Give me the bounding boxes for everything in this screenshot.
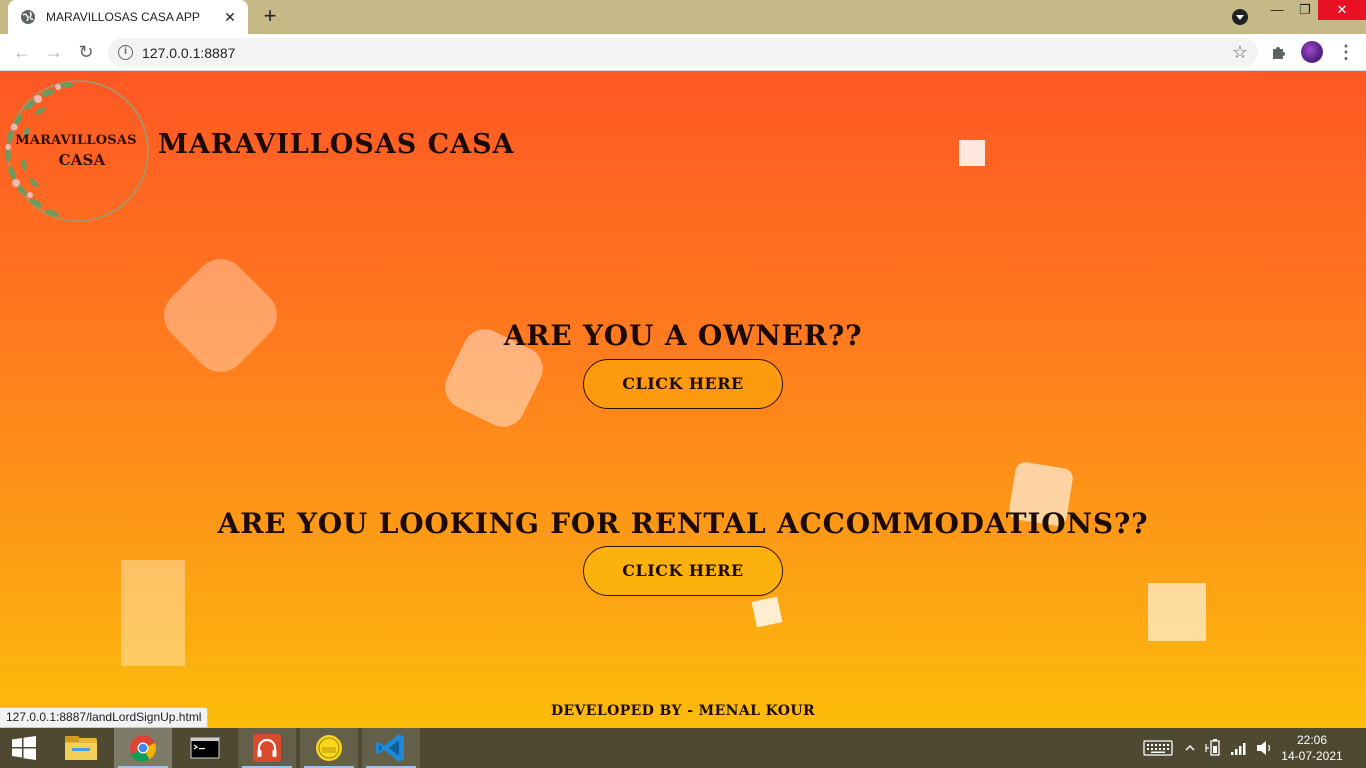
browser-tab[interactable]: MARAVILLOSAS CASA APP ✕ [8, 0, 248, 34]
tab-title: MARAVILLOSAS CASA APP [46, 10, 200, 24]
taskbar-file-explorer[interactable] [52, 728, 110, 768]
system-clock[interactable]: 22:06 14-07-2021 [1280, 732, 1344, 764]
taskbar-sticker-app[interactable] [300, 728, 358, 768]
address-url: 127.0.0.1:8887 [142, 45, 236, 61]
floral-wreath-icon [5, 80, 149, 222]
profile-avatar[interactable] [1301, 41, 1323, 63]
deco-square [751, 596, 783, 628]
globe-icon [21, 10, 35, 24]
touch-keyboard-icon[interactable] [1142, 728, 1174, 768]
folder-icon [65, 736, 97, 760]
sticker-icon [316, 735, 342, 761]
window-close-button[interactable]: ✕ [1318, 0, 1366, 20]
deco-square [121, 560, 185, 666]
browser-menu-icon[interactable]: ⋮ [1336, 42, 1356, 62]
browser-tabstrip: MARAVILLOSAS CASA APP ✕ + — ❐ ✕ [0, 0, 1366, 34]
windows-taskbar: 22:06 14-07-2021 [0, 728, 1366, 768]
back-button[interactable]: ← [10, 40, 34, 64]
new-tab-button[interactable]: + [258, 5, 282, 29]
show-hidden-icons-chevron-icon[interactable] [1183, 728, 1197, 768]
tab-search-icon[interactable] [1232, 9, 1248, 25]
clock-time: 22:06 [1296, 733, 1328, 747]
tab-close-icon[interactable]: ✕ [222, 9, 238, 25]
owner-question: ARE YOU A OWNER?? [503, 319, 863, 352]
site-info-icon[interactable]: i [118, 45, 133, 60]
extensions-puzzle-icon[interactable] [1270, 43, 1288, 61]
terminal-icon [190, 737, 220, 759]
rental-click-here-button[interactable]: CLICK HERE [583, 546, 783, 596]
status-bar-link: 127.0.0.1:8887/landLordSignUp.html [0, 707, 209, 728]
network-signal-icon[interactable] [1228, 728, 1250, 768]
taskbar-headphones-app[interactable] [238, 728, 296, 768]
owner-click-here-button[interactable]: CLICK HERE [583, 359, 783, 409]
site-title: MARAVILLOSAS CASA [158, 129, 515, 160]
clock-date: 14-07-2021 [1281, 749, 1343, 763]
deco-square [959, 140, 985, 166]
vscode-icon [376, 734, 404, 762]
deco-square [1148, 583, 1206, 641]
reload-button[interactable]: ↻ [74, 40, 98, 64]
taskbar-vscode[interactable] [362, 728, 420, 768]
taskbar-command-prompt[interactable] [176, 728, 234, 768]
address-bar[interactable]: i 127.0.0.1:8887 ☆ [108, 38, 1258, 67]
battery-icon[interactable] [1204, 728, 1224, 768]
logo-text-line2: CASA [58, 151, 106, 169]
bookmark-star-icon[interactable]: ☆ [1232, 42, 1248, 63]
forward-button[interactable]: → [42, 40, 66, 64]
deco-square [153, 248, 288, 383]
page-content: MARAVILLOSAS CASA MARAVILLOSAS CASA ARE … [0, 71, 1366, 728]
taskbar-chrome[interactable] [114, 728, 172, 768]
browser-toolbar: ← → ↻ i 127.0.0.1:8887 ☆ [0, 34, 1366, 71]
windows-start-icon[interactable] [10, 736, 38, 760]
volume-icon[interactable] [1254, 728, 1274, 768]
rental-question: ARE YOU LOOKING FOR RENTAL ACCOMMODATION… [217, 507, 1149, 540]
logo-text-line1: MARAVILLOSAS [15, 133, 137, 148]
chrome-icon [130, 735, 157, 762]
site-logo: MARAVILLOSAS CASA [0, 75, 150, 225]
headphones-icon [253, 734, 281, 762]
